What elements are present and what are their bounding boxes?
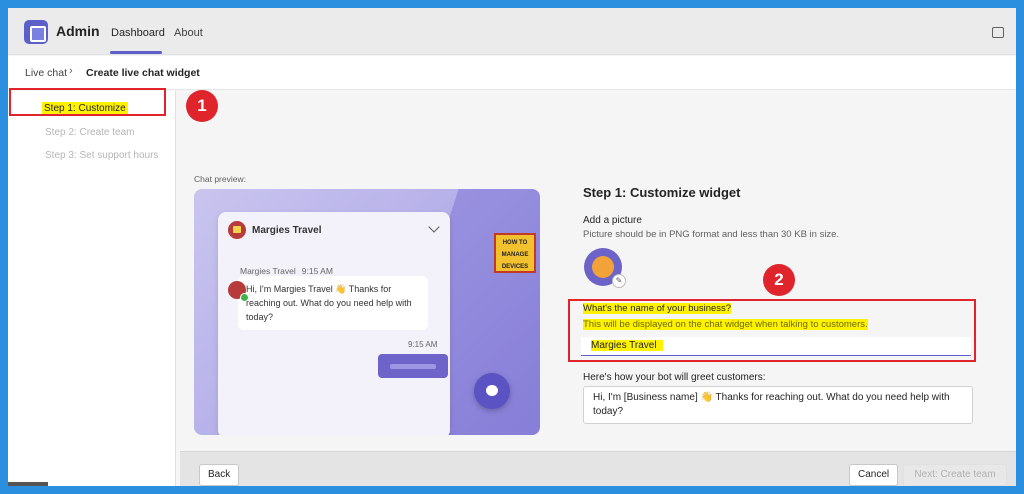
chat-preview-label: Chat preview:	[194, 174, 246, 184]
tab-about[interactable]: About	[174, 27, 203, 39]
breadcrumb-live-chat[interactable]: Live chat	[25, 67, 67, 79]
chat-window-preview: Margies Travel Margies Travel 9:15 AM Hi,…	[218, 212, 450, 435]
popout-icon[interactable]	[992, 27, 1004, 38]
chat-business-name: Margies Travel	[252, 225, 322, 236]
active-tab-indicator	[110, 51, 162, 54]
chevron-down-icon	[428, 221, 440, 233]
bot-avatar	[228, 281, 249, 302]
message-meta: Margies Travel 9:15 AM	[240, 266, 333, 276]
message-sender: Margies Travel	[240, 266, 296, 276]
edit-pencil-icon[interactable]: ✎	[612, 274, 626, 288]
admin-app-icon	[24, 20, 48, 44]
greeting-textbox[interactable]: Hi, I'm [Business name] 👋 Thanks for rea…	[583, 386, 973, 424]
annotation-box-2	[568, 299, 976, 362]
chevron-right-icon: ›	[69, 65, 73, 77]
add-picture-label: Add a picture	[583, 215, 642, 226]
bot-greeting-bubble: Hi, I'm Margies Travel 👋 Thanks for reac…	[238, 276, 428, 330]
chat-preview: HOW TO MANAGE DEVICES Margies Travel Mar…	[194, 189, 540, 435]
cancel-button[interactable]: Cancel	[849, 464, 899, 486]
step-create-team[interactable]: Step 2: Create team	[45, 127, 135, 138]
message-time: 9:15 AM	[301, 266, 333, 276]
picture-hint: Picture should be in PNG format and less…	[583, 229, 840, 240]
tab-dashboard[interactable]: Dashboard	[111, 27, 165, 39]
next-create-team-button[interactable]: Next: Create team	[903, 464, 1007, 486]
form-title: Step 1: Customize widget	[583, 185, 741, 200]
annotation-box-1	[9, 88, 166, 116]
annotation-badge-2: 2	[763, 264, 795, 296]
chat-launcher-icon	[474, 373, 510, 409]
annotation-badge-1: 1	[186, 90, 218, 122]
outgoing-time: 9:15 AM	[408, 340, 438, 349]
back-button[interactable]: Back	[199, 464, 240, 486]
app-title: Admin	[56, 23, 100, 39]
breadcrumb-current: Create live chat widget	[86, 67, 200, 79]
greeting-label: Here's how your bot will greet customers…	[583, 372, 766, 383]
scrollbar-thumb[interactable]	[8, 482, 48, 486]
app-header: Admin Dashboard About	[8, 8, 1016, 55]
teams-app-window: Admin Dashboard About Live chat › Create…	[8, 8, 1016, 486]
step-support-hours[interactable]: Step 3: Set support hours	[45, 150, 158, 161]
how-to-manage-devices-logo: HOW TO MANAGE DEVICES	[494, 233, 536, 273]
breadcrumb: Live chat › Create live chat widget	[8, 56, 1016, 90]
business-avatar	[228, 221, 246, 239]
outgoing-message-bubble	[378, 354, 448, 378]
